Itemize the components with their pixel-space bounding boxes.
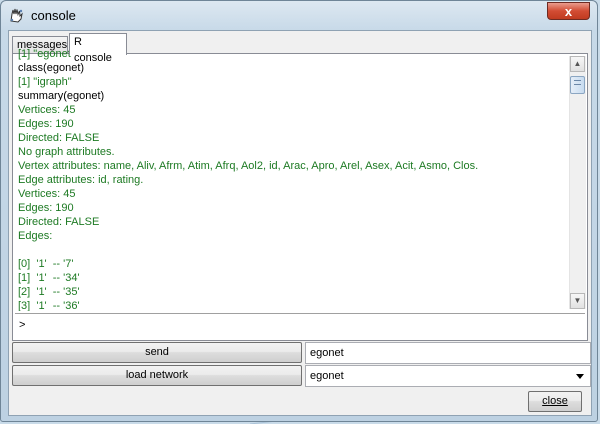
- tab-r-console-label: R console: [74, 36, 112, 64]
- send-button-label: send: [145, 346, 169, 358]
- console-input[interactable]: >: [15, 313, 585, 337]
- tab-r-console[interactable]: R console: [69, 33, 127, 64]
- close-icon: x: [564, 4, 573, 19]
- console-command-line: summary(egonet): [18, 90, 105, 102]
- send-button[interactable]: send: [12, 342, 302, 363]
- console-scrollbar[interactable]: ▲ ▼: [569, 56, 586, 309]
- chevron-down-icon: [576, 374, 584, 379]
- console-output-line: [1] '1' -- '34': [18, 272, 80, 284]
- r-console-panel: [1] "egonet" class(egonet) [1] "igraph" sum…: [12, 48, 588, 341]
- title-bar[interactable]: console x: [1, 1, 597, 29]
- console-output-line: Edges: 190: [18, 118, 74, 130]
- app-hand-icon: [10, 8, 23, 23]
- window-close-button[interactable]: x: [547, 2, 590, 20]
- scroll-down-button[interactable]: ▼: [570, 293, 585, 309]
- console-output-line: Directed: FALSE: [18, 132, 100, 144]
- window-title: console: [31, 8, 76, 23]
- send-input-value: egonet: [310, 347, 344, 359]
- console-prompt: >: [19, 319, 26, 331]
- console-output-line: Vertices: 45: [18, 188, 76, 200]
- scroll-thumb[interactable]: [570, 76, 585, 94]
- network-select[interactable]: egonet: [305, 365, 591, 387]
- send-input[interactable]: egonet: [305, 342, 591, 364]
- console-output-line: Edges: 190: [18, 202, 74, 214]
- console-output-line: [3] '1' -- '36': [18, 300, 80, 311]
- console-output-line: [2] '1' -- '35': [18, 286, 80, 298]
- close-button-label: close: [542, 395, 568, 407]
- console-output-line: No graph attributes.: [18, 146, 115, 158]
- console-output[interactable]: [1] "egonet" class(egonet) [1] "igraph" sum…: [18, 47, 566, 311]
- grip-icon: [574, 80, 581, 85]
- console-window: console x messages R console [1] "egonet…: [0, 0, 598, 422]
- load-network-button[interactable]: load network: [12, 365, 302, 386]
- client-area: messages R console [1] "egonet" class(ego…: [8, 30, 592, 416]
- close-button[interactable]: close: [528, 391, 582, 412]
- console-output-line: Vertices: 45: [18, 104, 76, 116]
- console-output-line: Edges:: [18, 230, 53, 242]
- network-select-value: egonet: [310, 370, 344, 382]
- scroll-down-icon: ▼: [573, 296, 582, 305]
- console-output-line: [1] "igraph": [18, 76, 72, 88]
- console-output-line: Vertex attributes: name, Aliv, Afrm, Ati…: [18, 160, 479, 172]
- console-output-line: Edge attributes: id, rating.: [18, 174, 144, 186]
- console-output-line: Directed: FALSE: [18, 216, 100, 228]
- load-network-button-label: load network: [125, 369, 189, 381]
- scroll-up-icon: ▲: [573, 59, 582, 68]
- console-output-line: [0] '1' -- '7': [18, 258, 74, 270]
- scroll-up-button[interactable]: ▲: [570, 56, 585, 72]
